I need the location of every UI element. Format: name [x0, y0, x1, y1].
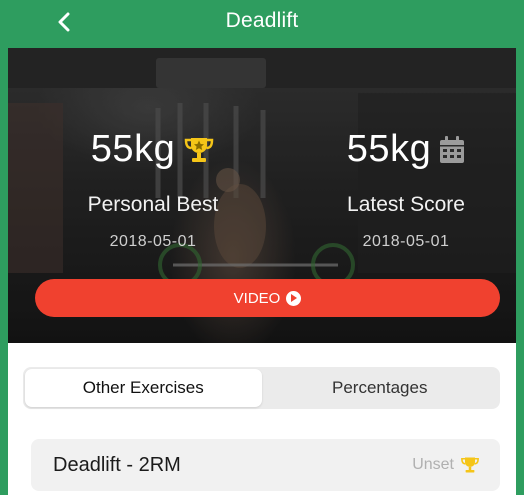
- video-button[interactable]: VIDEO: [35, 279, 500, 317]
- personal-best-value: 55kg: [90, 128, 176, 170]
- latest-score-label: Latest Score: [347, 193, 465, 216]
- latest-score-stat: 55kg Latest Score 2018-05-01: [306, 128, 506, 251]
- segment-tabs: Other Exercises Percentages: [23, 367, 500, 409]
- play-circle-icon: [286, 290, 302, 306]
- hero-banner: 55kg Personal Best 2018-05-01 55kg Lates…: [8, 48, 516, 343]
- latest-score-date: 2018-05-01: [362, 233, 450, 250]
- tab-other-exercises[interactable]: Other Exercises: [25, 369, 262, 407]
- main-content: 55kg Personal Best 2018-05-01 55kg Lates…: [8, 48, 516, 495]
- exercise-list-item[interactable]: Deadlift - 2RM Unset: [31, 439, 500, 491]
- exercise-status: Unset: [412, 455, 480, 475]
- video-button-label: VIDEO: [233, 289, 281, 307]
- trophy-icon: [184, 137, 214, 162]
- app-header: Deadlift: [0, 0, 524, 48]
- exercise-name: Deadlift - 2RM: [53, 453, 181, 476]
- personal-best-stat: 55kg Personal Best 2018-05-01: [53, 128, 253, 251]
- calendar-icon: [440, 135, 465, 163]
- page-title: Deadlift: [225, 9, 299, 32]
- personal-best-label: Personal Best: [87, 193, 219, 216]
- tab-percentages[interactable]: Percentages: [262, 369, 499, 407]
- trophy-icon: [461, 457, 479, 473]
- latest-score-value: 55kg: [346, 128, 432, 170]
- personal-best-date: 2018-05-01: [109, 233, 197, 250]
- exercise-status-text: Unset: [412, 456, 454, 473]
